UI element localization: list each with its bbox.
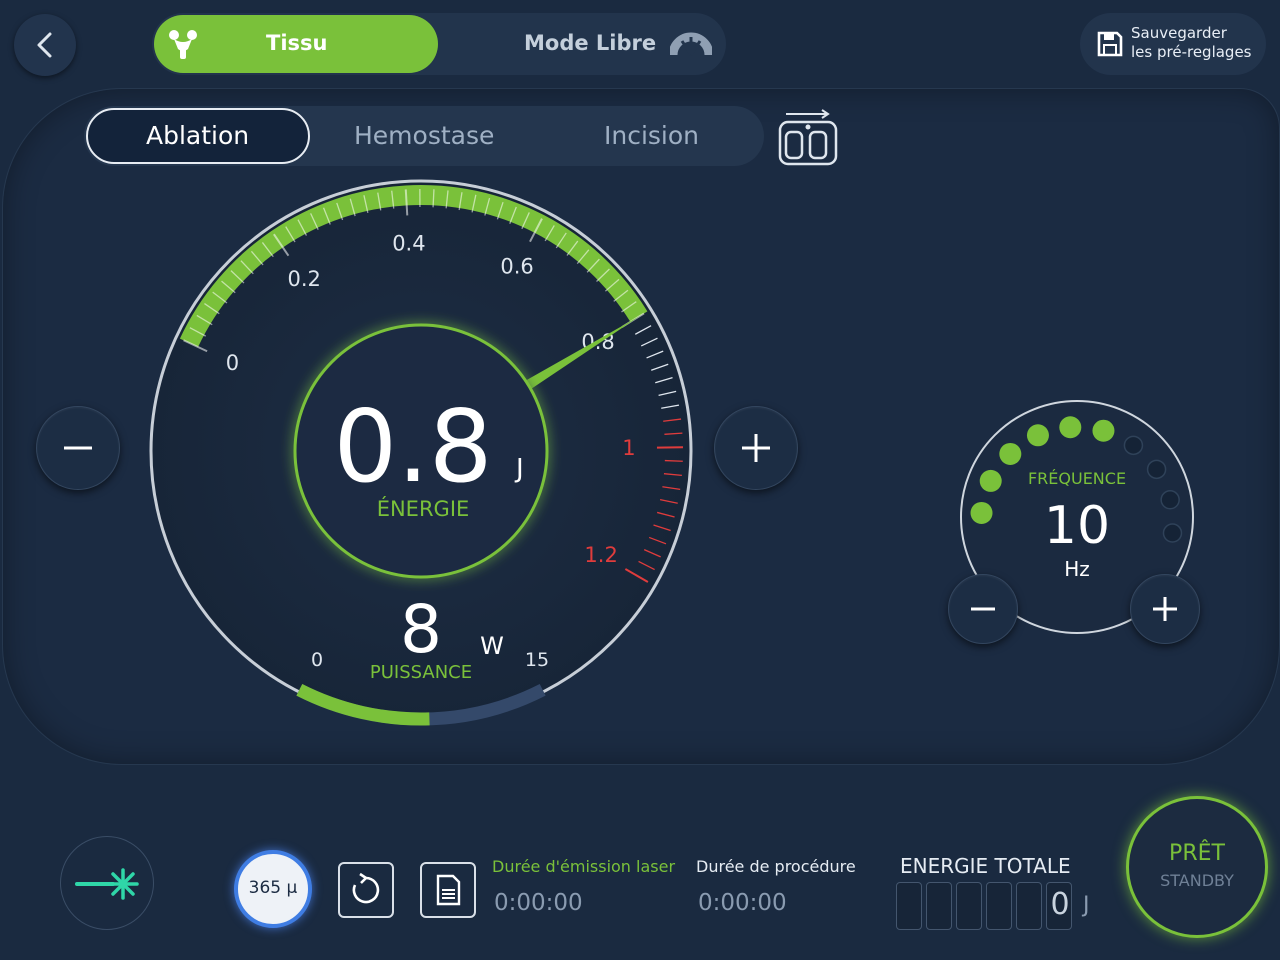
tab-incision[interactable]: Incision: [540, 108, 760, 164]
fiber-size-button[interactable]: 365 µ: [234, 850, 312, 928]
gauge-scale-label: 0.4: [392, 231, 425, 255]
frequency-label: FRÉQUENCE: [1028, 469, 1126, 488]
document-icon: [436, 874, 461, 906]
fiber-size-label: 365 µ: [248, 878, 298, 898]
laser-time-value: 0:00:00: [494, 890, 583, 916]
frequency-unit: Hz: [1064, 557, 1090, 581]
digit-box: [986, 882, 1012, 930]
frequency-value: 10: [1044, 496, 1110, 556]
energy-increase-button[interactable]: [714, 406, 798, 490]
energy-label: ÉNERGIE: [377, 496, 470, 521]
save-label-line1: Sauvegarder: [1131, 24, 1227, 42]
digit-box: [956, 882, 982, 930]
plus-icon: [742, 434, 770, 462]
reset-button[interactable]: [338, 862, 394, 918]
digit-box: [1016, 882, 1042, 930]
frequency-dot-inactive: [1146, 459, 1167, 480]
tab-tissu-label: Tissu: [266, 31, 328, 55]
frequency-dot-active: [1092, 419, 1115, 442]
standby-label: STANDBY: [1160, 871, 1234, 890]
ready-standby-button[interactable]: PRÊT STANDBY: [1126, 796, 1268, 938]
chevron-left-icon: [37, 32, 52, 58]
gauge-tick: [664, 459, 683, 462]
power-max-label: 15: [525, 649, 549, 671]
save-icon: [1097, 31, 1123, 57]
tab-tissu[interactable]: Tissu: [154, 15, 438, 73]
laser-beam-icon: [75, 868, 139, 900]
laser-time-label: Durée d'émission laser: [492, 857, 676, 876]
frequency-increase-button[interactable]: [1130, 574, 1200, 644]
laser-aim-button[interactable]: [60, 836, 154, 930]
tab-ablation-label: Ablation: [146, 121, 250, 150]
gauge-scale-label: 0: [226, 351, 239, 375]
speedometer-icon: [670, 32, 712, 56]
gauge-scale-label: 1.2: [584, 543, 617, 567]
frequency-dot-active: [1026, 424, 1049, 447]
gauge-scale-label: 0.6: [500, 255, 533, 279]
frequency-dot-inactive: [1162, 523, 1183, 543]
total-energy-label: ENERGIE TOTALE: [900, 854, 1071, 878]
digit-box: [926, 882, 952, 930]
tab-ablation[interactable]: Ablation: [86, 108, 310, 164]
frequency-dot-inactive: [1123, 435, 1144, 456]
energy-decrease-button[interactable]: [36, 406, 120, 490]
total-energy-counter: 0: [896, 882, 1072, 930]
energy-unit: J: [514, 454, 524, 484]
plus-icon: [1153, 597, 1177, 621]
footswitch-toggle-button[interactable]: [776, 108, 840, 168]
gauge-tick: [432, 189, 435, 208]
procedure-time-label: Durée de procédure: [696, 857, 856, 876]
tab-incision-label: Incision: [604, 121, 700, 150]
tab-mode-libre[interactable]: Mode Libre: [440, 15, 724, 73]
procedure-time-value: 0:00:00: [698, 890, 787, 916]
gauge-scale-label: 1: [622, 436, 635, 460]
power-value: 8: [400, 591, 442, 668]
frequency-dot-active: [970, 501, 993, 524]
ready-label: PRÊT: [1169, 841, 1225, 866]
gauge-scale-label: 0.2: [287, 267, 320, 291]
tab-hemostase-label: Hemostase: [354, 121, 495, 150]
minus-icon: [64, 446, 92, 450]
save-label-line2: les pré-reglages: [1131, 43, 1252, 61]
power-min-label: 0: [311, 649, 323, 671]
refresh-icon: [352, 872, 380, 904]
digit-box: [896, 882, 922, 930]
frequency-dot-active: [999, 442, 1022, 465]
back-button[interactable]: [14, 14, 76, 76]
power-label: PUISSANCE: [370, 662, 472, 683]
power-unit: W: [480, 632, 504, 660]
digit-box: 0: [1046, 882, 1072, 930]
minus-icon: [971, 607, 995, 611]
tab-hemostase[interactable]: Hemostase: [316, 108, 530, 164]
total-energy-unit: J: [1083, 893, 1090, 918]
frequency-dot-active: [979, 469, 1002, 492]
report-button[interactable]: [420, 862, 476, 918]
tissue-icon: [169, 30, 197, 59]
save-presets-button[interactable]: Sauvegarder les pré-reglages: [1080, 13, 1266, 75]
frequency-decrease-button[interactable]: [948, 574, 1018, 644]
energy-value: 0.8: [333, 388, 492, 505]
total-energy-value: 0: [1050, 887, 1070, 922]
energy-gauge: 00.20.40.60.811.2 0.8 J ÉNERGIE 8 W PUIS…: [149, 179, 693, 726]
tab-mode-libre-label: Mode Libre: [524, 31, 657, 55]
footswitch-icon: [778, 109, 838, 166]
frequency-dot-inactive: [1160, 490, 1180, 510]
frequency-dot-active: [1059, 416, 1082, 439]
